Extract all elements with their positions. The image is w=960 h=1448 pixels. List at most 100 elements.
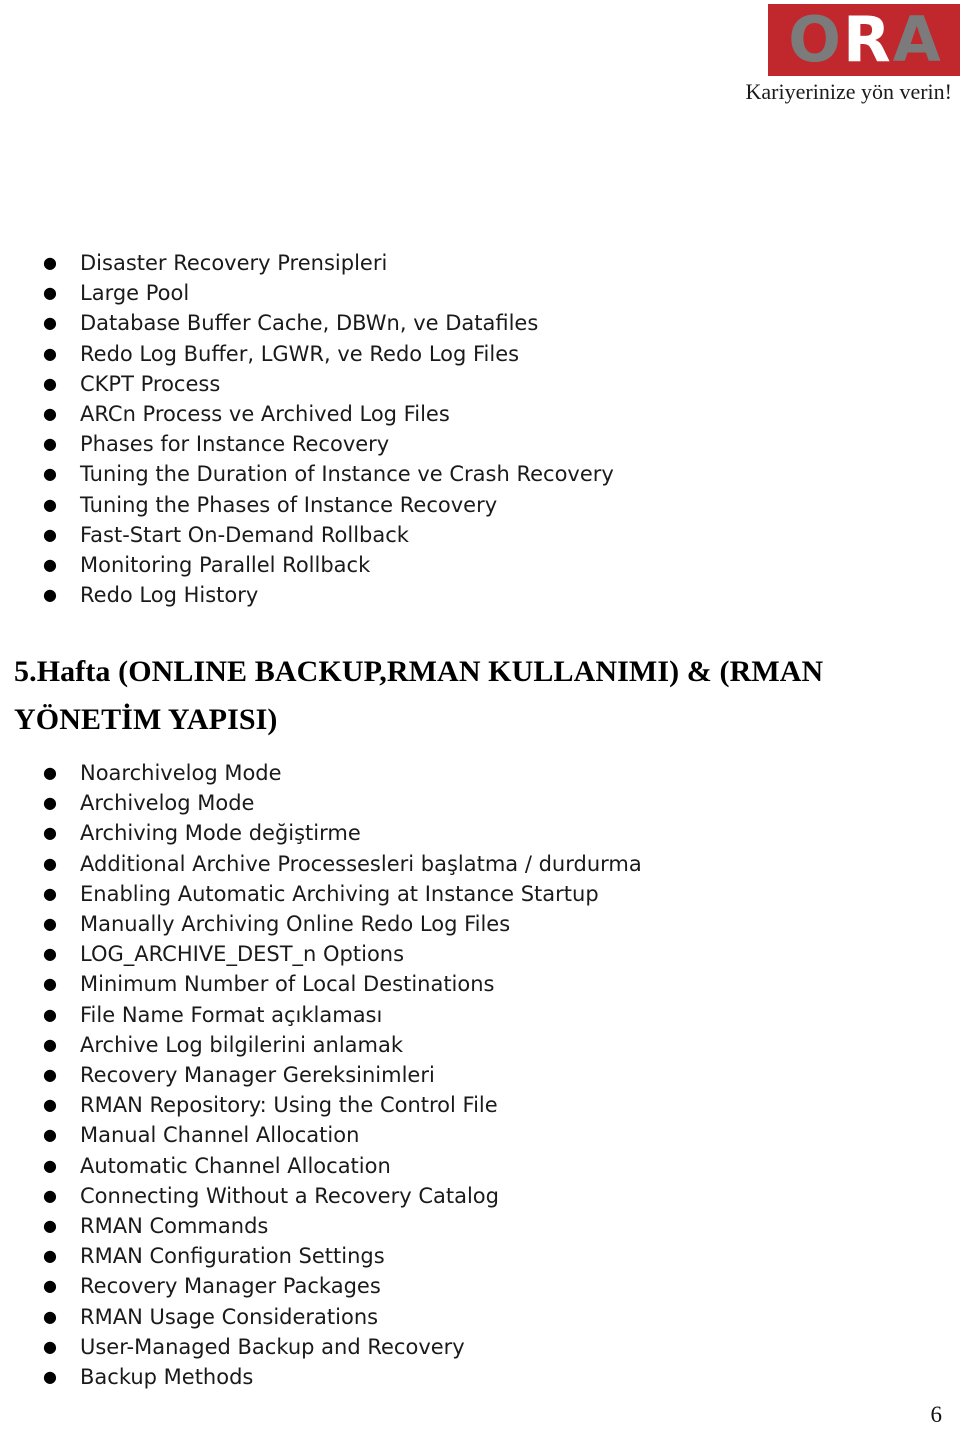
list-item: ● Large Pool <box>0 278 960 308</box>
list-item: ● Enabling Automatic Archiving at Instanc… <box>0 879 960 909</box>
list-item: ● User-Managed Backup and Recovery <box>0 1332 960 1362</box>
list-item: ● RMAN Commands <box>0 1211 960 1241</box>
topic-label: Redo Log Buffer, LGWR, ve Redo Log Files <box>80 341 520 366</box>
page-title: 5.Hafta (ONLINE BACKUP,RMAN KULLANIMI) &… <box>14 655 824 736</box>
bullet-icon: ● <box>43 763 57 782</box>
bullet-icon: ● <box>43 404 57 424</box>
list-item: ● Noarchivelog Mode <box>0 758 960 788</box>
topic-label: Redo Log History <box>80 583 259 608</box>
topic-list-instance-recovery: ● Disaster Recovery Prensipleri ● Large Poo… <box>0 248 960 610</box>
topic-label: Additional Archive Processesleri başlatm… <box>80 851 642 876</box>
bullet-icon: ● <box>43 585 57 605</box>
list-item: ● Fast-Start On-Demand Rollback <box>0 520 960 550</box>
list-item: ● Archivelog Mode <box>0 788 960 818</box>
list-item: ● Recovery Manager Packages <box>0 1271 960 1301</box>
topic-label: File Name Format açıklaması <box>80 1002 383 1027</box>
topic-label: RMAN Usage Considerations <box>80 1304 379 1329</box>
bullet-icon: ● <box>43 1276 57 1296</box>
bullet-icon: ● <box>43 1034 57 1054</box>
bullet-icon: ● <box>43 1065 57 1085</box>
list-item: ● Backup Methods <box>0 1362 960 1392</box>
bullet-icon: ● <box>43 853 57 873</box>
topic-label: Phases for Instance Recovery <box>80 432 390 457</box>
bullet-icon: ● <box>43 1095 57 1115</box>
logo-letter-r: R <box>842 4 893 76</box>
bullet-icon: ● <box>43 944 57 964</box>
bullet-icon: ● <box>43 974 57 994</box>
bullet-icon: ● <box>43 883 57 903</box>
topic-label: Monitoring Parallel Rollback <box>80 553 371 578</box>
list-item: ● RMAN Configuration Settings <box>0 1241 960 1271</box>
topic-label: Manually Archiving Online Redo Log Files <box>80 912 511 937</box>
topic-label: Tuning the Duration of Instance ve Crash… <box>80 462 614 487</box>
logo-letter-a: A <box>892 4 943 76</box>
bullet-icon: ● <box>43 793 57 813</box>
topic-label: RMAN Commands <box>80 1214 269 1239</box>
bullet-icon: ● <box>43 313 57 333</box>
topic-label: Disaster Recovery Prensipleri <box>80 251 388 275</box>
bullet-icon: ● <box>43 914 57 934</box>
list-item: ● Minimum Number of Local Destinations <box>0 969 960 999</box>
bullet-icon: ● <box>43 823 57 843</box>
bullet-icon: ● <box>43 253 57 272</box>
list-item: ● Recovery Manager Gereksinimleri <box>0 1060 960 1090</box>
page-number: 6 <box>930 1402 943 1427</box>
list-item: ● LOG_ARCHIVE_DEST_n Options <box>0 939 960 969</box>
logo-letter-o: O <box>788 4 843 76</box>
topic-label: Noarchivelog Mode <box>80 761 282 785</box>
bullet-icon: ● <box>43 494 57 514</box>
bullet-icon: ● <box>43 1216 57 1236</box>
list-item: ● Database Buffer Cache, DBWn, ve Datafil… <box>0 308 960 338</box>
bullet-icon: ● <box>43 1125 57 1145</box>
list-item: ● Additional Archive Processesleri başlat… <box>0 849 960 879</box>
bullet-icon: ● <box>43 464 57 484</box>
topic-label: CKPT Process <box>80 371 221 396</box>
topic-label: Archiving Mode değiştirme <box>80 821 361 846</box>
bullet-icon: ● <box>43 434 57 454</box>
topic-label: Connecting Without a Recovery Catalog <box>80 1183 499 1208</box>
topic-label: Archive Log bilgilerini anlamak <box>80 1032 404 1057</box>
list-item: ● File Name Format açıklaması <box>0 1000 960 1030</box>
topic-label: Automatic Channel Allocation <box>80 1153 391 1178</box>
list-item: ● Monitoring Parallel Rollback <box>0 550 960 580</box>
topic-label: ARCn Process ve Archived Log Files <box>80 402 450 427</box>
logo-tagline: Kariyerinize yön verin! <box>745 79 952 104</box>
topic-list-rman-wrapper: ● Noarchivelog Mode ● Archivelog Mode ● Archi… <box>0 758 960 1392</box>
topic-label: Fast-Start On-Demand Rollback <box>80 522 409 547</box>
list-item: ● RMAN Usage Considerations <box>0 1302 960 1332</box>
list-item: ● Automatic Channel Allocation <box>0 1151 960 1181</box>
list-item: ● Tuning the Duration of Instance ve Cras… <box>0 459 960 489</box>
topic-label: Large Pool <box>80 281 190 306</box>
bullet-icon: ● <box>43 1336 57 1356</box>
logo-wordmark: ORA <box>768 9 960 71</box>
list-item: ● CKPT Process <box>0 369 960 399</box>
topic-label: Enabling Automatic Archiving at Instance… <box>80 881 599 906</box>
bullet-icon: ● <box>43 1004 57 1024</box>
company-logo: ORA Kariyerinize yön verin! <box>710 0 960 120</box>
bullet-icon: ● <box>43 373 57 393</box>
bullet-icon: ● <box>43 555 57 575</box>
topic-label: Tuning the Phases of Instance Recovery <box>80 492 498 517</box>
topic-label: User-Managed Backup and Recovery <box>80 1334 465 1359</box>
list-item: ● Redo Log Buffer, LGWR, ve Redo Log File… <box>0 339 960 369</box>
list-item: ● Manually Archiving Online Redo Log File… <box>0 909 960 939</box>
topic-label: Minimum Number of Local Destinations <box>80 972 495 997</box>
topic-label: RMAN Repository: Using the Control File <box>80 1093 498 1118</box>
topic-label: Recovery Manager Packages <box>80 1274 381 1299</box>
bullet-icon: ● <box>43 343 57 363</box>
bullet-icon: ● <box>43 1185 57 1205</box>
list-item: ● Connecting Without a Recovery Catalog <box>0 1181 960 1211</box>
list-item: ● Disaster Recovery Prensipleri <box>0 248 960 278</box>
topic-label: Recovery Manager Gereksinimleri <box>80 1063 435 1088</box>
bullet-icon: ● <box>43 524 57 544</box>
list-item: ● Archiving Mode değiştirme <box>0 818 960 848</box>
bullet-icon: ● <box>43 1306 57 1326</box>
bullet-icon: ● <box>43 1367 57 1387</box>
logo-mark-box: ORA <box>768 4 960 76</box>
list-item: ● Redo Log History <box>0 580 960 610</box>
document-content: ● Disaster Recovery Prensipleri ● Large Poo… <box>0 248 960 1389</box>
bullet-icon: ● <box>43 283 57 303</box>
topic-list-rman: ● Noarchivelog Mode ● Archivelog Mode ● Archi… <box>0 758 960 1392</box>
topic-label: Backup Methods <box>80 1365 254 1390</box>
bullet-icon: ● <box>43 1246 57 1266</box>
